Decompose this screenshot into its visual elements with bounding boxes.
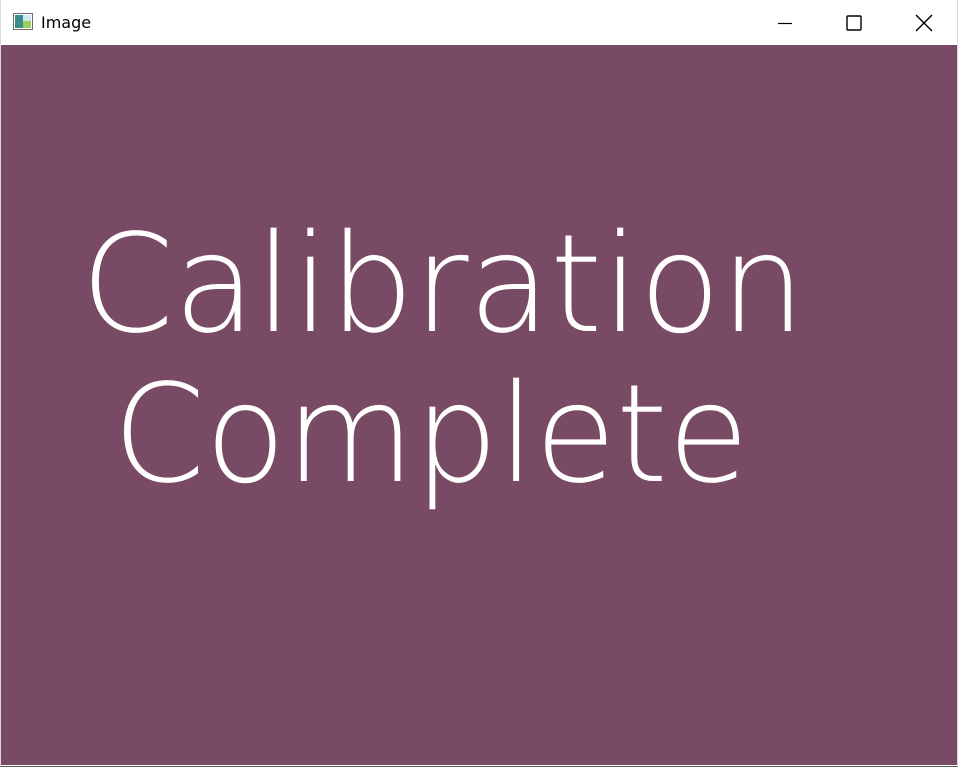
image-window: Image Calibration Complete <box>0 0 958 767</box>
maximize-button[interactable] <box>820 0 888 45</box>
image-canvas: Calibration Complete <box>1 45 957 765</box>
canvas-drawing: Calibration Complete <box>81 206 805 514</box>
minimize-button[interactable] <box>751 0 819 45</box>
line-calibration: Calibration <box>81 206 805 364</box>
title-bar[interactable]: Image <box>1 0 957 45</box>
close-button[interactable] <box>890 0 957 45</box>
minimize-icon <box>778 22 792 24</box>
maximize-icon <box>846 14 862 31</box>
line-complete: Complete <box>113 356 749 514</box>
close-icon <box>915 14 933 31</box>
window-title: Image <box>41 13 92 32</box>
image-app-icon <box>13 13 33 30</box>
